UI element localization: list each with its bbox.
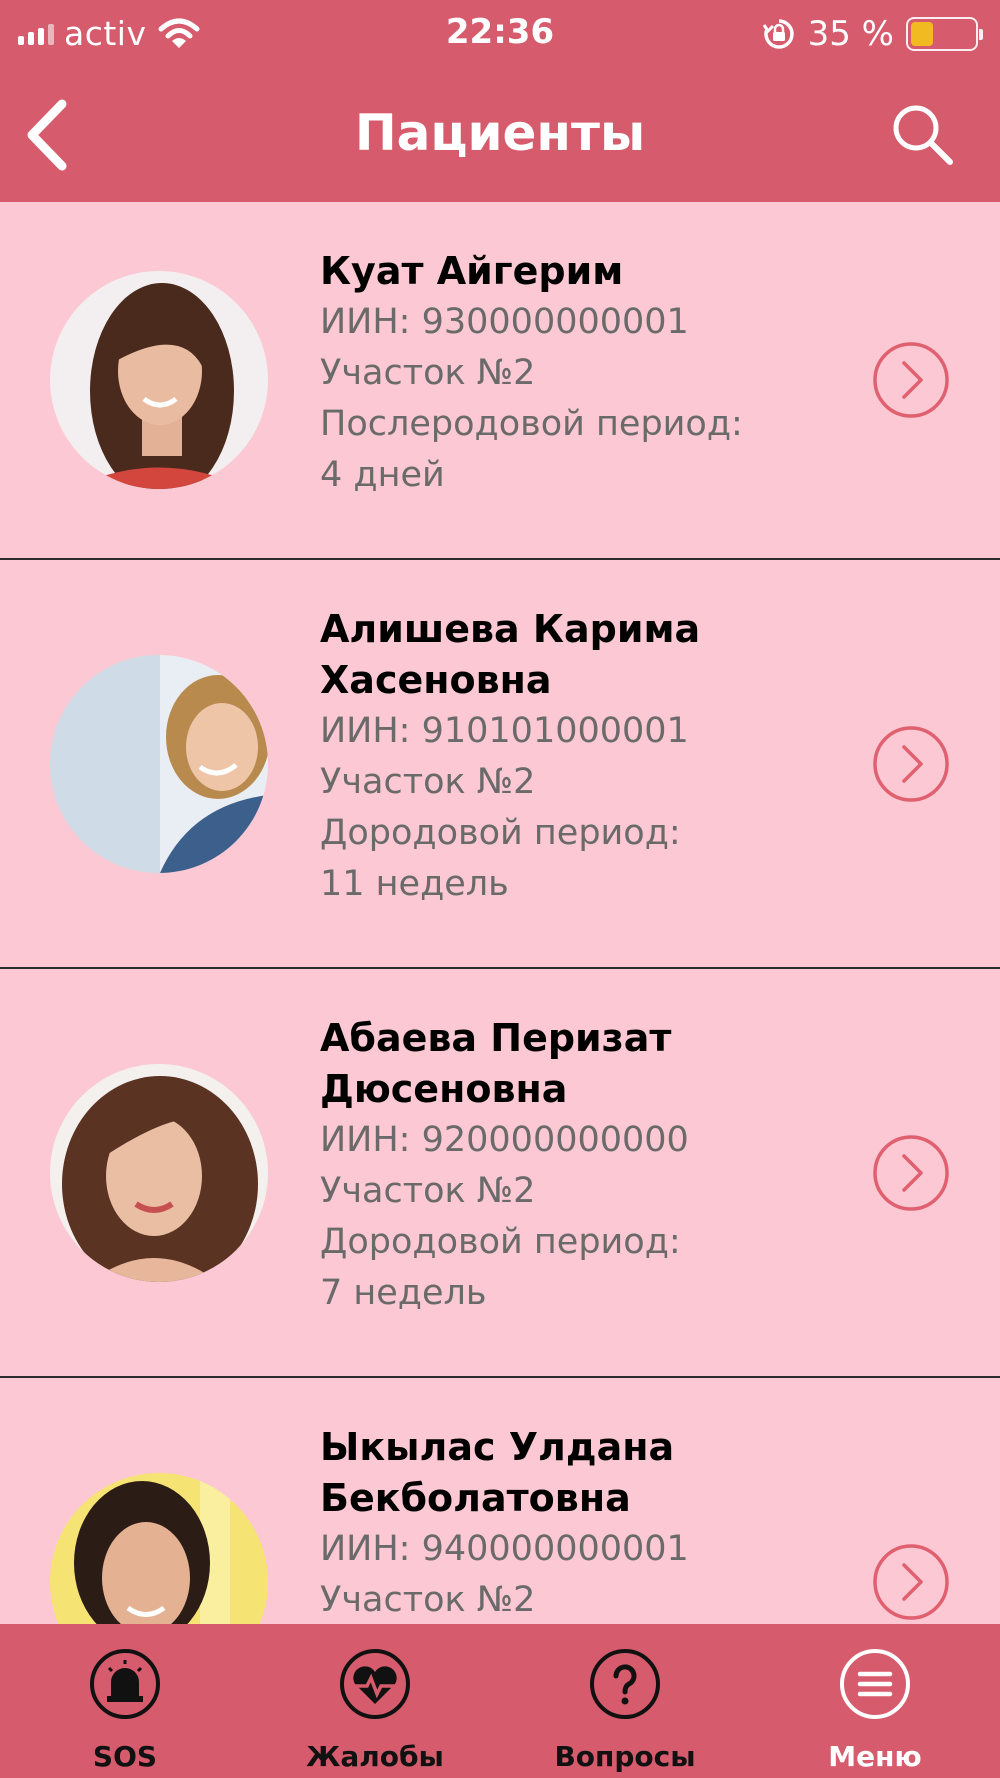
tab-sos[interactable]: SOS [0, 1624, 250, 1778]
chevron-right-icon[interactable] [872, 341, 950, 419]
battery-percent: 35 % [807, 14, 894, 54]
patient-iin: ИИН: 910101000001 [320, 711, 689, 751]
tab-menu[interactable]: Меню [750, 1624, 1000, 1778]
tab-label: Вопросы [554, 1740, 696, 1773]
patient-iin: ИИН: 920000000000 [320, 1120, 689, 1160]
patient-avatar [50, 1063, 268, 1282]
top-bar: activ 22:36 35 % Пациенты [0, 0, 1000, 202]
status-bar: activ 22:36 35 % [0, 0, 1000, 70]
menu-icon [840, 1649, 910, 1719]
status-right: 35 % [762, 14, 983, 54]
patient-row[interactable]: Алишева Карима Хасеновна ИИН: 9101010000… [0, 560, 1000, 969]
tab-label: Жалобы [306, 1740, 444, 1773]
nav-bar: Пациенты [0, 70, 1000, 202]
tab-complaints[interactable]: Жалобы [250, 1624, 500, 1778]
patient-avatar [50, 271, 268, 489]
patient-avatar [50, 1472, 268, 1624]
patient-row[interactable]: Абаева Перизат Дюсеновна ИИН: 9200000000… [0, 969, 1000, 1378]
chevron-right-icon[interactable] [872, 1543, 950, 1621]
tab-questions[interactable]: Вопросы [500, 1624, 750, 1778]
siren-icon [90, 1649, 160, 1719]
patient-name-line-2: Бекболатовна [320, 1476, 631, 1520]
patient-name: Куат Айгерим [320, 249, 624, 293]
patient-period-value: 11 недель [320, 864, 509, 904]
patient-period-label: Дородовой период: [320, 813, 681, 853]
patient-period-label: Послеродовой период: [320, 404, 743, 444]
patient-name-line-1: Абаева Перизат [320, 1016, 672, 1060]
tab-label: SOS [92, 1740, 158, 1773]
patient-name-line-2: Дюсеновна [320, 1067, 568, 1111]
patient-list: Куат Айгерим ИИН: 930000000001 Участок №… [0, 202, 1000, 1624]
question-icon [590, 1649, 660, 1719]
patient-period-label: Дородовой период: [320, 1222, 681, 1262]
patient-district: Участок №2 [320, 353, 536, 393]
battery-fill [911, 22, 933, 46]
patient-iin: ИИН: 940000000001 [320, 1529, 689, 1569]
patient-info: Куат Айгерим ИИН: 930000000001 Участок №… [320, 246, 850, 501]
patient-row[interactable]: Куат Айгерим ИИН: 930000000001 Участок №… [0, 202, 1000, 560]
patient-name-line-2: Хасеновна [320, 658, 552, 702]
battery-icon [906, 17, 983, 51]
page-title: Пациенты [354, 104, 646, 162]
patient-period-value: 4 дней [320, 455, 445, 495]
patient-iin: ИИН: 930000000001 [320, 302, 689, 342]
patient-row[interactable]: Ыкылас Улдана Бекболатовна ИИН: 94000000… [0, 1378, 1000, 1624]
patient-name-line-1: Ыкылас Улдана [320, 1425, 675, 1469]
patient-period-value: 7 недель [320, 1273, 487, 1313]
patient-district: Участок №2 [320, 1171, 536, 1211]
patient-district: Участок №2 [320, 762, 536, 802]
patient-district: Участок №2 [320, 1580, 536, 1620]
patient-info: Алишева Карима Хасеновна ИИН: 9101010000… [320, 604, 850, 910]
tab-label: Меню [828, 1740, 922, 1773]
heart-pulse-icon [340, 1649, 410, 1719]
rotation-lock-icon [762, 19, 794, 49]
tab-bar: SOS Жалобы Вопросы Меню [0, 1624, 1000, 1778]
chevron-right-icon[interactable] [872, 725, 950, 803]
chevron-left-icon[interactable] [18, 96, 78, 174]
search-icon[interactable] [888, 100, 958, 170]
patient-name-line-1: Алишева Карима [320, 607, 701, 651]
patient-avatar [50, 654, 268, 873]
patient-info: Ыкылас Улдана Бекболатовна ИИН: 94000000… [320, 1422, 850, 1624]
patient-info: Абаева Перизат Дюсеновна ИИН: 9200000000… [320, 1013, 850, 1319]
chevron-right-icon[interactable] [872, 1134, 950, 1212]
